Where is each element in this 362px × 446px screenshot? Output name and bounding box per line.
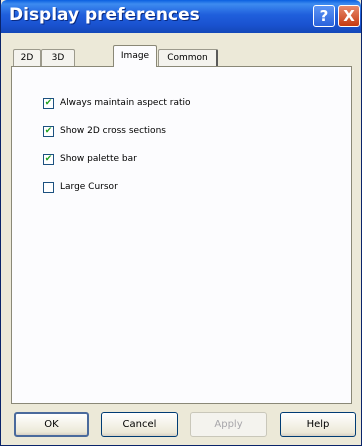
option-large-cursor[interactable]: Large Cursor (43, 180, 118, 194)
title-bar[interactable]: Display preferences ? X (1, 0, 361, 33)
checkbox-large-cursor[interactable] (43, 181, 54, 193)
checkmark-icon: ✔ (44, 97, 53, 108)
option-show-palette-bar[interactable]: ✔ Show palette bar (43, 152, 137, 166)
close-icon[interactable]: X (338, 5, 360, 27)
option-label: Show palette bar (60, 154, 137, 164)
tab-strip: 2D 3D Image Common (9, 45, 349, 67)
tab-image[interactable]: Image (113, 45, 157, 67)
checkbox-cross-sections[interactable]: ✔ (43, 125, 54, 137)
window-title: Display preferences (9, 5, 200, 25)
checkmark-icon: ✔ (44, 125, 53, 136)
option-label: Large Cursor (60, 182, 118, 192)
tab-2d[interactable]: 2D (13, 49, 41, 66)
display-preferences-dialog: Display preferences ? X 2D 3D Image Comm… (0, 0, 362, 446)
image-tab-panel (11, 66, 352, 404)
checkbox-palette-bar[interactable]: ✔ (43, 153, 54, 165)
help-icon[interactable]: ? (313, 5, 335, 27)
tab-3d[interactable]: 3D (41, 49, 75, 66)
checkbox-aspect-ratio[interactable]: ✔ (43, 97, 54, 109)
cancel-button[interactable]: Cancel (101, 412, 178, 437)
option-always-maintain-aspect-ratio[interactable]: ✔ Always maintain aspect ratio (43, 96, 191, 110)
help-button[interactable]: Help (280, 412, 356, 437)
tab-common[interactable]: Common (158, 49, 218, 66)
apply-button[interactable]: Apply (190, 412, 267, 437)
option-label: Show 2D cross sections (60, 126, 166, 136)
option-show-2d-cross-sections[interactable]: ✔ Show 2D cross sections (43, 124, 166, 138)
ok-button[interactable]: OK (14, 412, 89, 437)
checkmark-icon: ✔ (44, 153, 53, 164)
option-label: Always maintain aspect ratio (60, 98, 191, 108)
